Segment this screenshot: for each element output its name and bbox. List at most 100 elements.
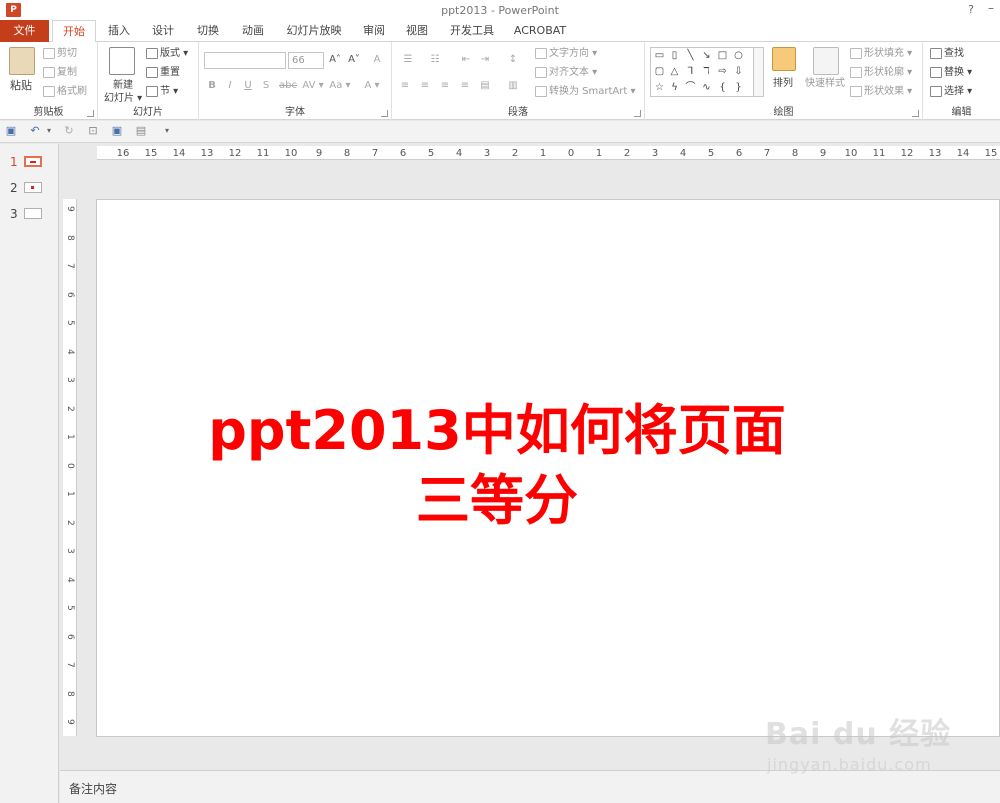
char-spacing-button[interactable]: AV ▾ [300,78,326,94]
slide-title-line-1: ppt2013中如何将页面 [208,399,786,462]
increase-indent-icon[interactable]: ⇥ [477,52,493,68]
rounded-rect-shape-icon[interactable]: ▢ [653,66,666,78]
save-icon[interactable]: ▣ [4,124,18,138]
drawing-launcher-icon[interactable] [912,110,919,117]
font-name-combo[interactable] [204,52,286,69]
triangle-shape-icon[interactable]: △ [668,66,681,78]
reset-button[interactable]: 重置 [146,66,180,79]
vertical-textbox-shape-icon[interactable]: ▯ [668,50,681,62]
font-launcher-icon[interactable] [381,110,388,117]
tab-view[interactable]: 视图 [400,20,434,42]
tab-insert[interactable]: 插入 [102,20,136,42]
curve-shape-icon[interactable]: ∿ [700,82,713,94]
columns-icon[interactable]: ▥ [502,78,524,94]
slide-thumbnail-2[interactable]: 2 [0,179,59,197]
shrink-font-button[interactable]: A˅ [346,52,362,68]
tab-design[interactable]: 设计 [146,20,180,42]
right-brace-shape-icon[interactable]: } [732,82,745,94]
slide-title-textbox[interactable]: ppt2013中如何将页面 三等分 [197,396,797,536]
left-brace-shape-icon[interactable]: { [716,82,729,94]
ruler-tick-label: 4 [455,148,463,159]
notes-pane[interactable]: 备注内容 [60,770,1000,803]
clear-format-icon[interactable]: A [369,52,385,68]
print-preview-icon[interactable]: ▤ [134,124,148,138]
horizontal-ruler: 16 15 14 13 12 11 10 9 8 7 6 5 4 3 2 1 0 1 2 3 4 5 6 7 8 9 10 11 12 1… [97,146,1000,160]
tab-animations[interactable]: 动画 [236,20,270,42]
arrow-line-shape-icon[interactable]: ↘ [700,50,713,62]
textbox-shape-icon[interactable]: ▭ [653,50,666,62]
align-center-icon[interactable]: ≡ [417,78,433,94]
gallery-scroll[interactable] [754,47,764,97]
tab-transitions[interactable]: 切换 [191,20,225,42]
replace-button[interactable]: 替换 ▾ [930,66,972,79]
tab-developer[interactable]: 开发工具 [446,20,498,42]
distributed-icon[interactable]: ▤ [477,78,493,94]
align-right-icon[interactable]: ≡ [437,78,453,94]
lightning-shape-icon[interactable]: ϟ [668,82,681,94]
italic-button[interactable]: I [222,78,238,94]
rectangle-shape-icon[interactable]: □ [716,50,729,62]
right-arrow-shape-icon[interactable]: ⇨ [716,66,729,78]
effects-icon [850,85,862,97]
cut-button[interactable]: 剪切 [43,47,77,60]
quick-styles-button[interactable]: 快速样式 [803,47,849,103]
select-button[interactable]: 选择 ▾ [930,85,972,98]
tab-acrobat[interactable]: ACROBAT [510,20,570,42]
slide-thumbnail-1[interactable]: 1 [0,153,59,171]
tab-slideshow[interactable]: 幻灯片放映 [281,20,347,42]
underline-button[interactable]: U [240,78,256,94]
layout-button[interactable]: 版式 ▾ [146,47,188,60]
smartart-button[interactable]: 转换为 SmartArt ▾ [535,85,636,98]
font-color-button[interactable]: A ▾ [361,78,383,94]
align-left-icon[interactable]: ≡ [397,78,413,94]
format-painter-button[interactable]: 格式刷 [43,85,87,98]
undo-icon[interactable]: ↶ [28,124,42,138]
new-slide-button[interactable]: 新建 幻灯片 ▾ [103,47,142,104]
minimize-button[interactable]: – [988,1,994,15]
text-direction-button[interactable]: 文字方向 ▾ [535,47,597,60]
customize-qat-icon[interactable]: ▾ [160,124,174,138]
save-as-icon[interactable]: ▣ [110,124,124,138]
copy-button[interactable]: 复制 [43,66,77,79]
oval-shape-icon[interactable]: ○ [732,50,745,62]
tab-home[interactable]: 开始 [52,20,96,43]
section-button[interactable]: 节 ▾ [146,85,178,98]
arrange-button[interactable]: 排列 [769,47,801,103]
change-case-button[interactable]: Aa ▾ [327,78,353,94]
star-shape-icon[interactable]: ☆ [653,82,666,94]
line-shape-icon[interactable]: ╲ [684,50,697,62]
shape-fill-button[interactable]: 形状填充 ▾ [850,47,912,60]
clipboard-launcher-icon[interactable] [87,110,94,117]
decrease-indent-icon[interactable]: ⇤ [458,52,474,68]
tab-review[interactable]: 审阅 [357,20,391,42]
arc-shape-icon[interactable]: ⌒ [684,82,697,94]
shape-outline-button[interactable]: 形状轮廓 ▾ [850,66,912,79]
shapes-gallery[interactable]: ▭ ▯ ╲ ↘ □ ○ ▢ △ ⅂ ℸ ⇨ ⇩ ☆ ϟ ⌒ ∿ { } [650,47,754,97]
line-spacing-icon[interactable]: ↕ [502,52,524,68]
strikethrough-button[interactable]: abc [278,78,298,94]
align-text-button[interactable]: 对齐文本 ▾ [535,66,597,79]
paste-button[interactable]: 粘贴 [6,47,36,97]
powerpoint-window: P ppt2013 - PowerPoint ? – 文件 开始 插入 设计 切… [0,0,1000,803]
redo-icon[interactable]: ↻ [62,124,76,138]
find-button[interactable]: 查找 [930,47,964,60]
slide-thumbnail-3[interactable]: 3 [0,205,59,223]
shadow-button[interactable]: S [258,78,274,94]
presenter-icon[interactable]: ⊡ [86,124,100,138]
slide-canvas[interactable]: ppt2013中如何将页面 三等分 [96,199,1000,737]
elbow-connector-shape-icon[interactable]: ⅂ [684,66,697,78]
numbering-icon[interactable]: ☷ [424,52,446,68]
shape-effects-button[interactable]: 形状效果 ▾ [850,85,912,98]
grow-font-button[interactable]: A˄ [327,52,343,68]
help-button[interactable]: ? [968,3,974,16]
bullets-icon[interactable]: ☰ [397,52,419,68]
justify-icon[interactable]: ≡ [457,78,473,94]
bold-button[interactable]: B [204,78,220,94]
elbow-arrow-shape-icon[interactable]: ℸ [700,66,713,78]
paragraph-launcher-icon[interactable] [634,110,641,117]
ruler-tick-label: 12 [900,148,914,159]
tab-file[interactable]: 文件 [0,20,49,42]
down-arrow-shape-icon[interactable]: ⇩ [732,66,745,78]
undo-dropdown-icon[interactable]: ▾ [42,124,56,138]
font-size-combo[interactable]: 66 [288,52,324,69]
